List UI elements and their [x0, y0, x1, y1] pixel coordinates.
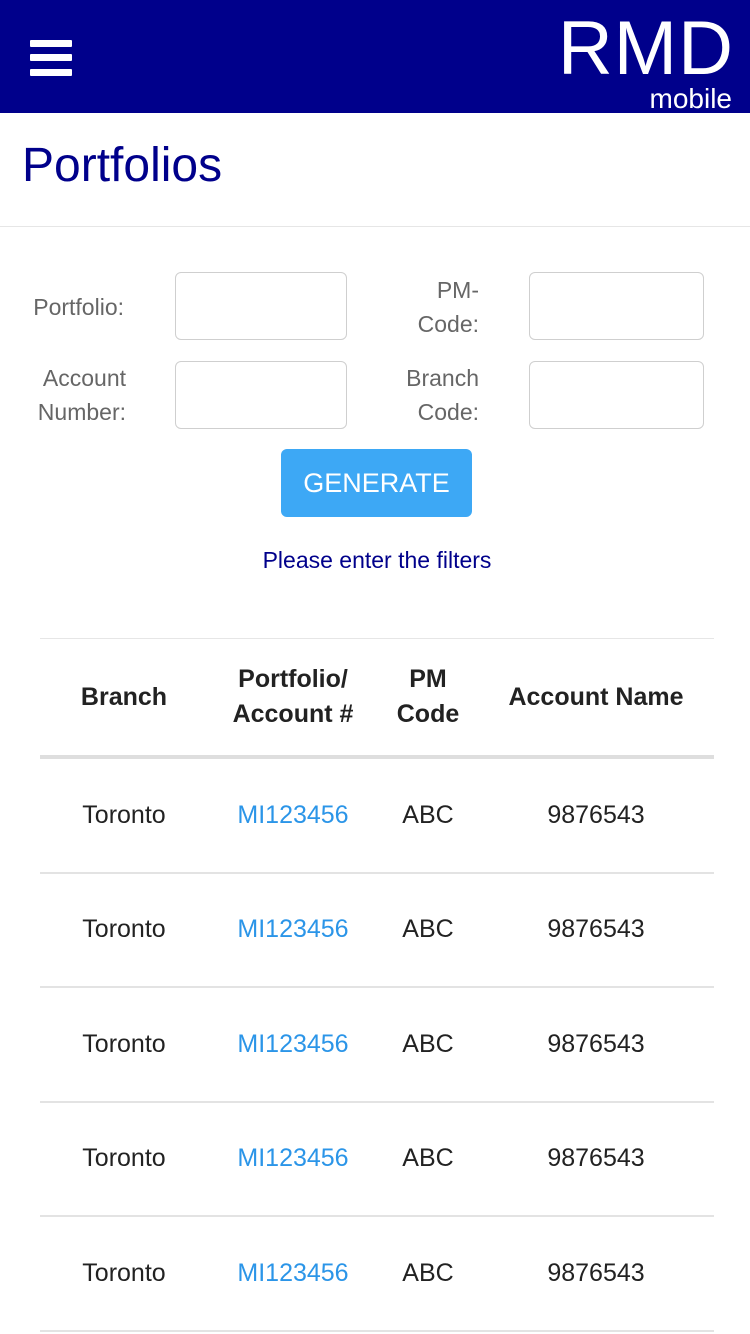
cell-branch: Toronto — [82, 1258, 166, 1287]
cell-pm-code: ABC — [402, 1029, 454, 1058]
cell-account-name: 9876543 — [547, 800, 645, 829]
app-header: RMD mobile — [0, 0, 750, 114]
table-row: Toronto MI123456 ABC 9876543 — [40, 874, 714, 988]
portfolio-link[interactable]: MI123456 — [208, 1030, 378, 1059]
cell-account-name: 9876543 — [547, 915, 645, 944]
cell-branch: Toronto — [82, 1029, 166, 1058]
table-row: Toronto MI123456 ABC 9876543 — [40, 988, 714, 1103]
filter-hint: Please enter the filters — [262, 547, 492, 573]
table-row: Toronto MI123456 ABC 9876543 — [40, 1217, 714, 1332]
page-title: Portfolios — [22, 139, 223, 192]
portfolio-input[interactable] — [175, 272, 347, 340]
hamburger-menu-icon[interactable] — [30, 40, 72, 76]
portfolio-link[interactable]: MI123456 — [208, 1144, 378, 1173]
cell-branch: Toronto — [82, 915, 166, 944]
logo: RMD — [557, 6, 734, 91]
portfolio-link[interactable]: MI123456 — [208, 801, 378, 830]
cell-pm-code: ABC — [402, 1258, 454, 1287]
col-header-pm-code: PM Code — [396, 665, 460, 728]
portfolio-table: Branch Portfolio/ Account # PM Code Acco… — [40, 638, 714, 1332]
col-header-portfolio: Portfolio/ Account # — [232, 665, 354, 728]
generate-button[interactable]: GENERATE — [281, 449, 472, 517]
col-header-branch: Branch — [80, 682, 168, 711]
portfolio-link[interactable]: MI123456 — [208, 915, 378, 944]
cell-account-name: 9876543 — [547, 1258, 645, 1287]
portfolio-link[interactable]: MI123456 — [208, 1259, 378, 1288]
pm-code-input[interactable] — [529, 272, 704, 340]
branch-code-label: Branch Code: — [406, 365, 479, 425]
table-header-row: Branch Portfolio/ Account # PM Code Acco… — [40, 639, 714, 759]
account-number-label: Account Number: — [37, 365, 126, 425]
divider — [0, 226, 750, 227]
col-header-account-name: Account Name — [508, 682, 684, 711]
account-number-input[interactable] — [175, 361, 347, 429]
branch-code-input[interactable] — [529, 361, 704, 429]
cell-branch: Toronto — [82, 800, 166, 829]
cell-pm-code: ABC — [402, 915, 454, 944]
cell-account-name: 9876543 — [547, 1144, 645, 1173]
cell-pm-code: ABC — [402, 800, 454, 829]
logo-subtitle: mobile — [649, 83, 732, 114]
portfolio-label: Portfolio: — [33, 294, 124, 320]
cell-account-name: 9876543 — [547, 1029, 645, 1058]
pm-code-label: PM- Code: — [417, 277, 479, 337]
cell-branch: Toronto — [82, 1144, 166, 1173]
table-row: Toronto MI123456 ABC 9876543 — [40, 1103, 714, 1217]
cell-pm-code: ABC — [402, 1144, 454, 1173]
table-row: Toronto MI123456 ABC 9876543 — [40, 759, 714, 874]
